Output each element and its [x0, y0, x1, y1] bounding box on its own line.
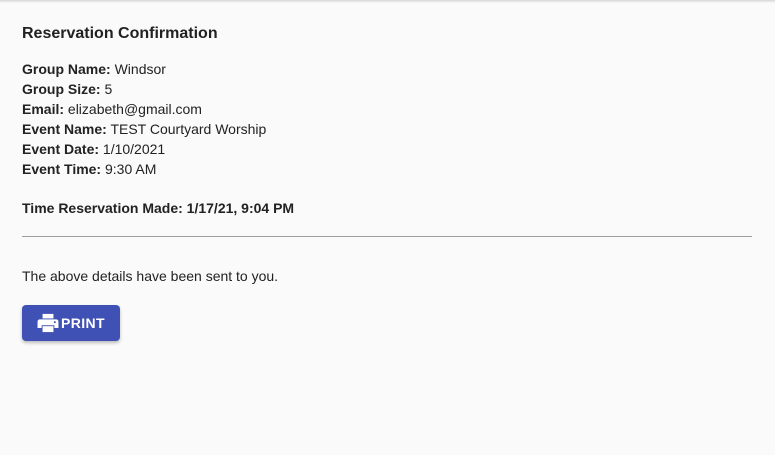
detail-label: Email: [22, 101, 65, 117]
detail-value: 5 [100, 81, 113, 97]
app-bar-shadow [0, 0, 775, 3]
detail-label: Event Date: [22, 141, 100, 157]
detail-value: Windsor [110, 61, 166, 77]
detail-group-name: Group Name: Windsor [22, 59, 752, 79]
detail-value: 1/10/2021 [99, 141, 166, 157]
print-icon [37, 313, 59, 333]
print-button-label: PRINT [61, 315, 105, 331]
print-button[interactable]: PRINT [22, 305, 120, 341]
detail-value: 9:30 AM [101, 161, 157, 177]
detail-email: Email: elizabeth@gmail.com [22, 99, 752, 119]
detail-event-name: Event Name: TEST Courtyard Worship [22, 119, 752, 139]
reservation-confirmation-panel: Reservation Confirmation Group Name: Win… [22, 24, 752, 341]
detail-event-time: Event Time: 9:30 AM [22, 159, 752, 179]
sent-message: The above details have been sent to you. [22, 268, 279, 284]
detail-value: TEST Courtyard Worship [106, 121, 267, 137]
detail-group-size: Group Size: 5 [22, 79, 752, 99]
divider [22, 236, 752, 237]
detail-label: Event Name: [22, 121, 107, 137]
detail-label: Group Size: [22, 81, 101, 97]
detail-value: elizabeth@gmail.com [64, 101, 202, 117]
reservation-made-time: Time Reservation Made: 1/17/21, 9:04 PM [22, 200, 295, 216]
detail-label: Event Time: [22, 161, 102, 177]
detail-label: Group Name: [22, 61, 111, 77]
reservation-details: Group Name: Windsor Group Size: 5 Email:… [22, 59, 752, 179]
page-title: Reservation Confirmation [22, 25, 218, 42]
detail-event-date: Event Date: 1/10/2021 [22, 139, 752, 159]
